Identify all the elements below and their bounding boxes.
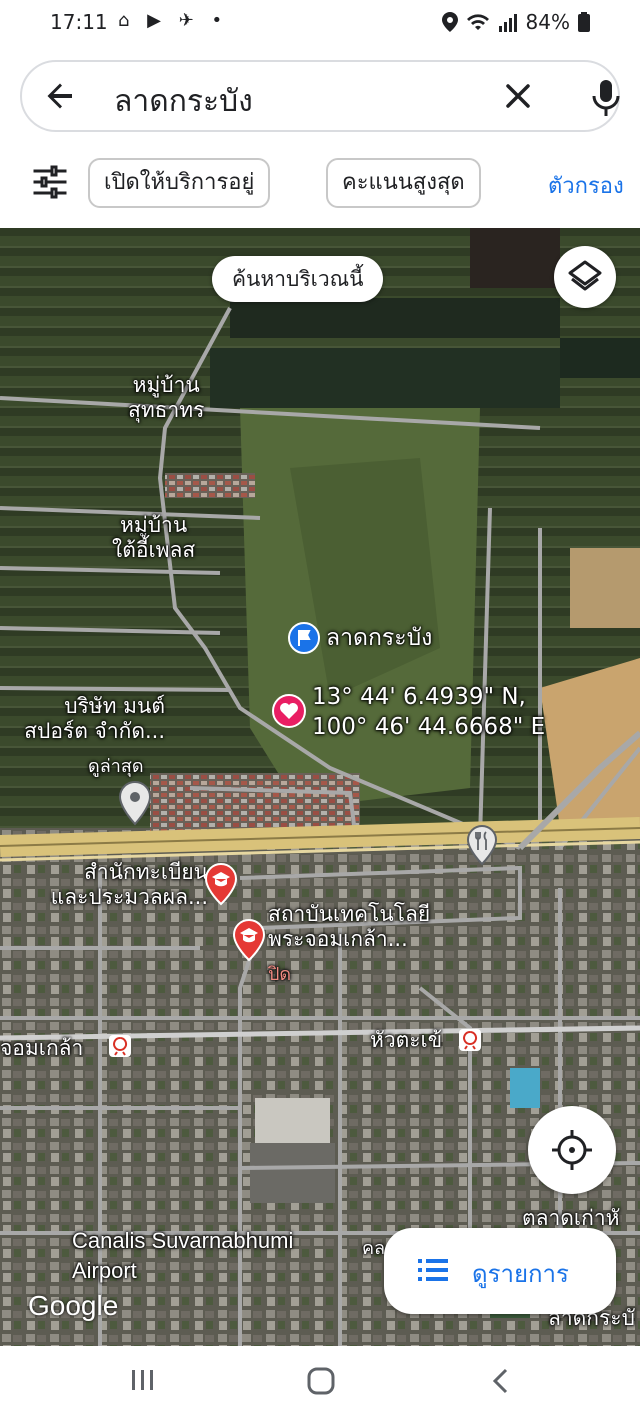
view-list-button[interactable]: ดูรายการ — [384, 1228, 616, 1314]
heart-icon — [272, 694, 306, 728]
system-nav-bar — [0, 1346, 640, 1421]
school-icon — [232, 918, 266, 962]
crosshair-icon — [552, 1130, 592, 1170]
label-closed: ปิด — [268, 964, 292, 985]
label-recent: ดูล่าสุด — [88, 756, 144, 777]
label-station-chomklao[interactable]: จอมเกล้า — [0, 1036, 83, 1061]
tune-icon[interactable] — [32, 164, 68, 200]
train-station-icon — [458, 1028, 482, 1056]
label-coordinates: 13° 44' 6.4939" N, 100° 46' 44.6668" E — [312, 684, 546, 740]
flag-pin[interactable] — [288, 622, 320, 658]
notification-icons: ⌂ ▶ ✈ • — [118, 10, 229, 31]
institute-pin[interactable] — [232, 918, 266, 966]
label-place-ladkrabang[interactable]: ลาดกระบัง — [326, 626, 432, 651]
battery-icon — [578, 12, 590, 32]
wifi-icon — [466, 14, 489, 30]
chip-top-rated[interactable]: คะแนนสูงสุด — [326, 158, 481, 208]
back-button[interactable] — [488, 1366, 514, 1403]
satellite-map[interactable]: ค้นหาบริเวณนี้ หมู่บ้าน สุทธาทร หมู่บ้าน… — [0, 228, 640, 1346]
label-partial: คล — [362, 1238, 386, 1259]
restaurant-pin[interactable] — [466, 824, 498, 870]
status-right: 84% — [441, 10, 590, 34]
school-icon — [204, 862, 238, 906]
recent-pin[interactable] — [118, 780, 152, 830]
chip-open-now[interactable]: เปิดให้บริการอยู่ — [88, 158, 271, 208]
filter-chips: เปิดให้บริการอยู่ คะแนนสูงสุด ตัวกรอง — [0, 150, 640, 220]
search-bar[interactable]: ลาดกระบัง — [20, 60, 620, 132]
view-list-label: ดูรายการ — [472, 1260, 569, 1288]
location-icon — [441, 12, 458, 32]
arrow-left-icon[interactable] — [42, 78, 78, 114]
label-company[interactable]: บริษัท มนต์ สปอร์ต จำกัด... — [0, 694, 165, 744]
map-pin-icon — [118, 780, 152, 826]
train-station-icon — [108, 1034, 132, 1062]
dropped-pin[interactable] — [272, 694, 306, 732]
registrar-pin[interactable] — [204, 862, 238, 910]
status-bar: 17:11 ⌂ ▶ ✈ • 84% — [0, 0, 640, 48]
status-time: 17:11 — [50, 10, 108, 34]
layers-button[interactable] — [554, 246, 616, 308]
close-icon[interactable] — [500, 78, 536, 121]
search-this-area-button[interactable]: ค้นหาบริเวณนี้ — [212, 256, 384, 302]
my-location-button[interactable] — [528, 1106, 616, 1194]
microphone-icon[interactable] — [588, 78, 624, 118]
recent-apps-icon — [132, 1370, 153, 1390]
label-village-tai-place[interactable]: หมู่บ้าน ใต้อี้เพลส — [112, 513, 195, 563]
signal-icon — [498, 14, 517, 32]
label-registrar[interactable]: สำนักทะเบียน และประมวลผล... — [18, 860, 208, 910]
label-canalis[interactable]: Canalis Suvarnabhumi Airport — [72, 1226, 293, 1286]
label-station-hua-takhe[interactable]: หัวตะเข้ — [370, 1028, 442, 1053]
home-button[interactable] — [306, 1366, 336, 1403]
recent-apps-button[interactable] — [130, 1366, 156, 1401]
fork-knife-icon — [466, 824, 498, 866]
chip-filters[interactable]: ตัวกรอง — [548, 168, 624, 203]
label-village-suthathon[interactable]: หมู่บ้าน สุทธาทร — [128, 373, 204, 423]
home-icon — [307, 1367, 335, 1395]
flag-icon — [288, 622, 320, 654]
chevron-left-icon — [492, 1368, 508, 1394]
layers-icon — [568, 260, 602, 291]
google-logo: Google — [28, 1290, 119, 1321]
list-icon — [418, 1259, 448, 1281]
battery-level: 84% — [525, 10, 570, 34]
search-query[interactable]: ลาดกระบัง — [114, 78, 253, 125]
label-institute[interactable]: สถาบันเทคโนโลยี พระจอมเกล้า... — [268, 902, 430, 952]
